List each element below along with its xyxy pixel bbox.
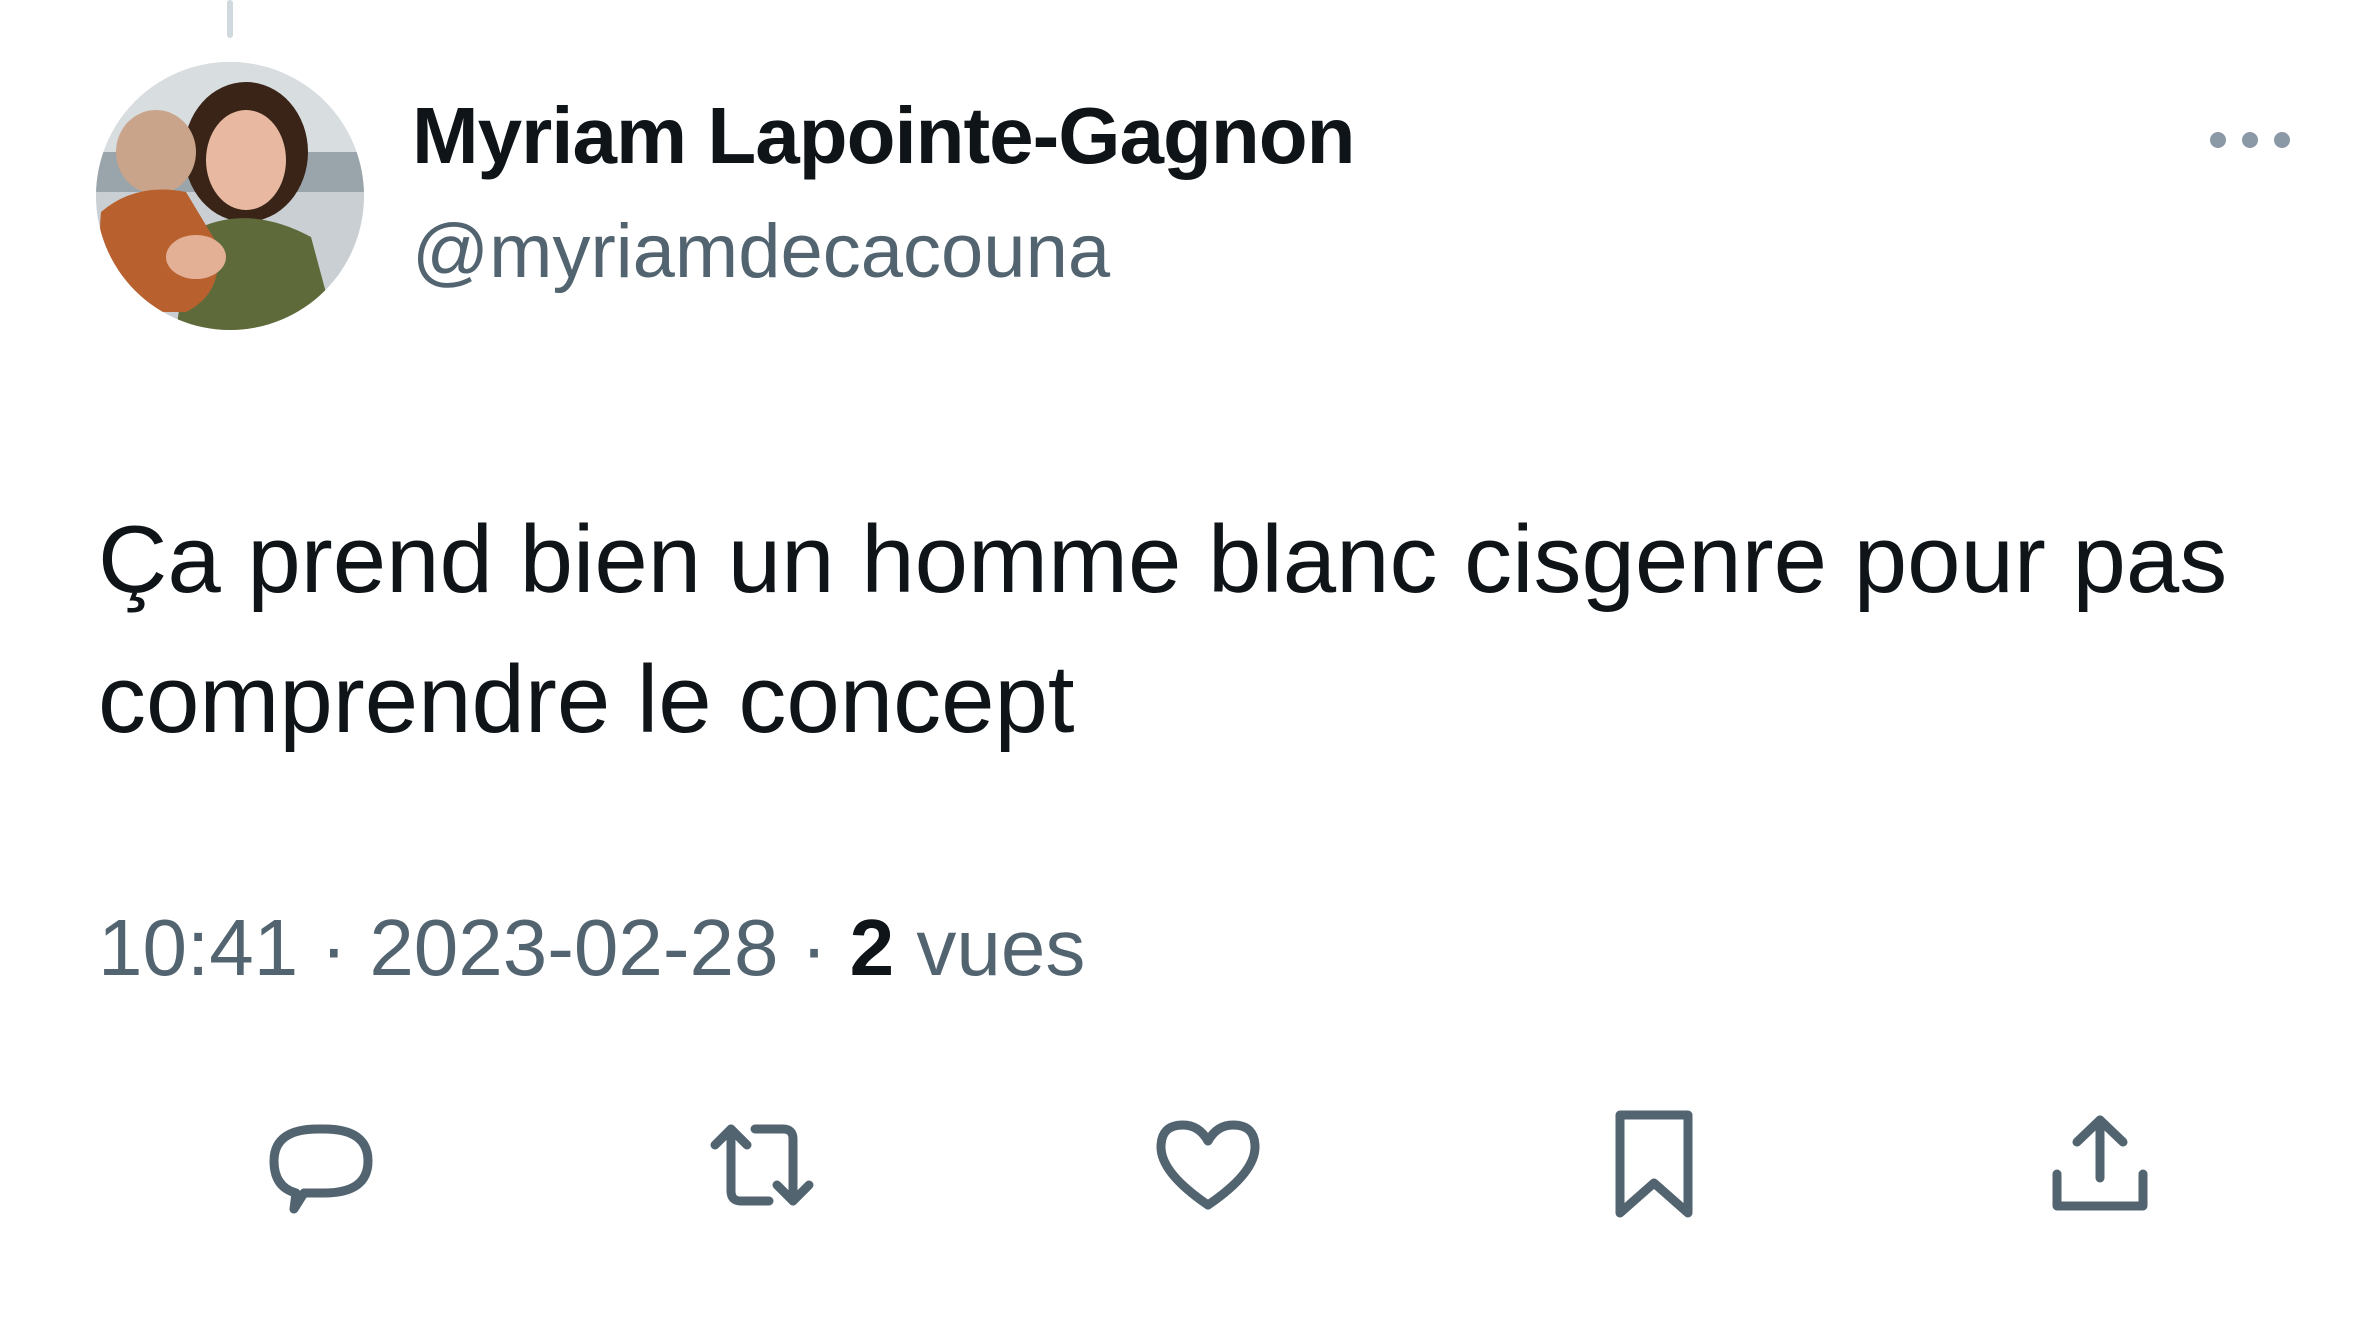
tweet-text: Ça prend bien un homme blanc cisgenre po… [98,506,2228,753]
more-dots-icon [2210,132,2290,148]
retweet-button[interactable] [697,1100,827,1230]
bookmark-button[interactable] [1589,1100,1719,1230]
thread-connector-line [227,0,233,38]
tweet-time[interactable]: 10:41 [98,903,298,992]
views-count[interactable]: 2 [850,903,895,992]
author-handle[interactable]: @myriamdecacouna [412,208,1110,295]
reply-button[interactable] [256,1100,386,1230]
retweet-icon [710,1124,814,1206]
heart-icon [1156,1120,1260,1210]
views-label[interactable]: vues [916,903,1085,992]
share-icon [2052,1115,2148,1211]
author-display-name[interactable]: Myriam Lapointe-Gagnon [412,90,1355,182]
share-button[interactable] [2035,1100,2165,1230]
avatar[interactable] [96,62,364,330]
profile-photo [96,62,364,330]
more-options-button[interactable] [2200,118,2300,162]
reply-icon [269,1124,373,1214]
action-bar [0,1100,2370,1230]
tweet-date[interactable]: 2023-02-28 [369,903,778,992]
separator: · [320,903,348,992]
like-button[interactable] [1143,1100,1273,1230]
bookmark-icon [1615,1110,1693,1218]
tweet-metadata: 10:41 · 2023-02-28 · 2 vues [98,902,1085,994]
separator: · [800,903,828,992]
